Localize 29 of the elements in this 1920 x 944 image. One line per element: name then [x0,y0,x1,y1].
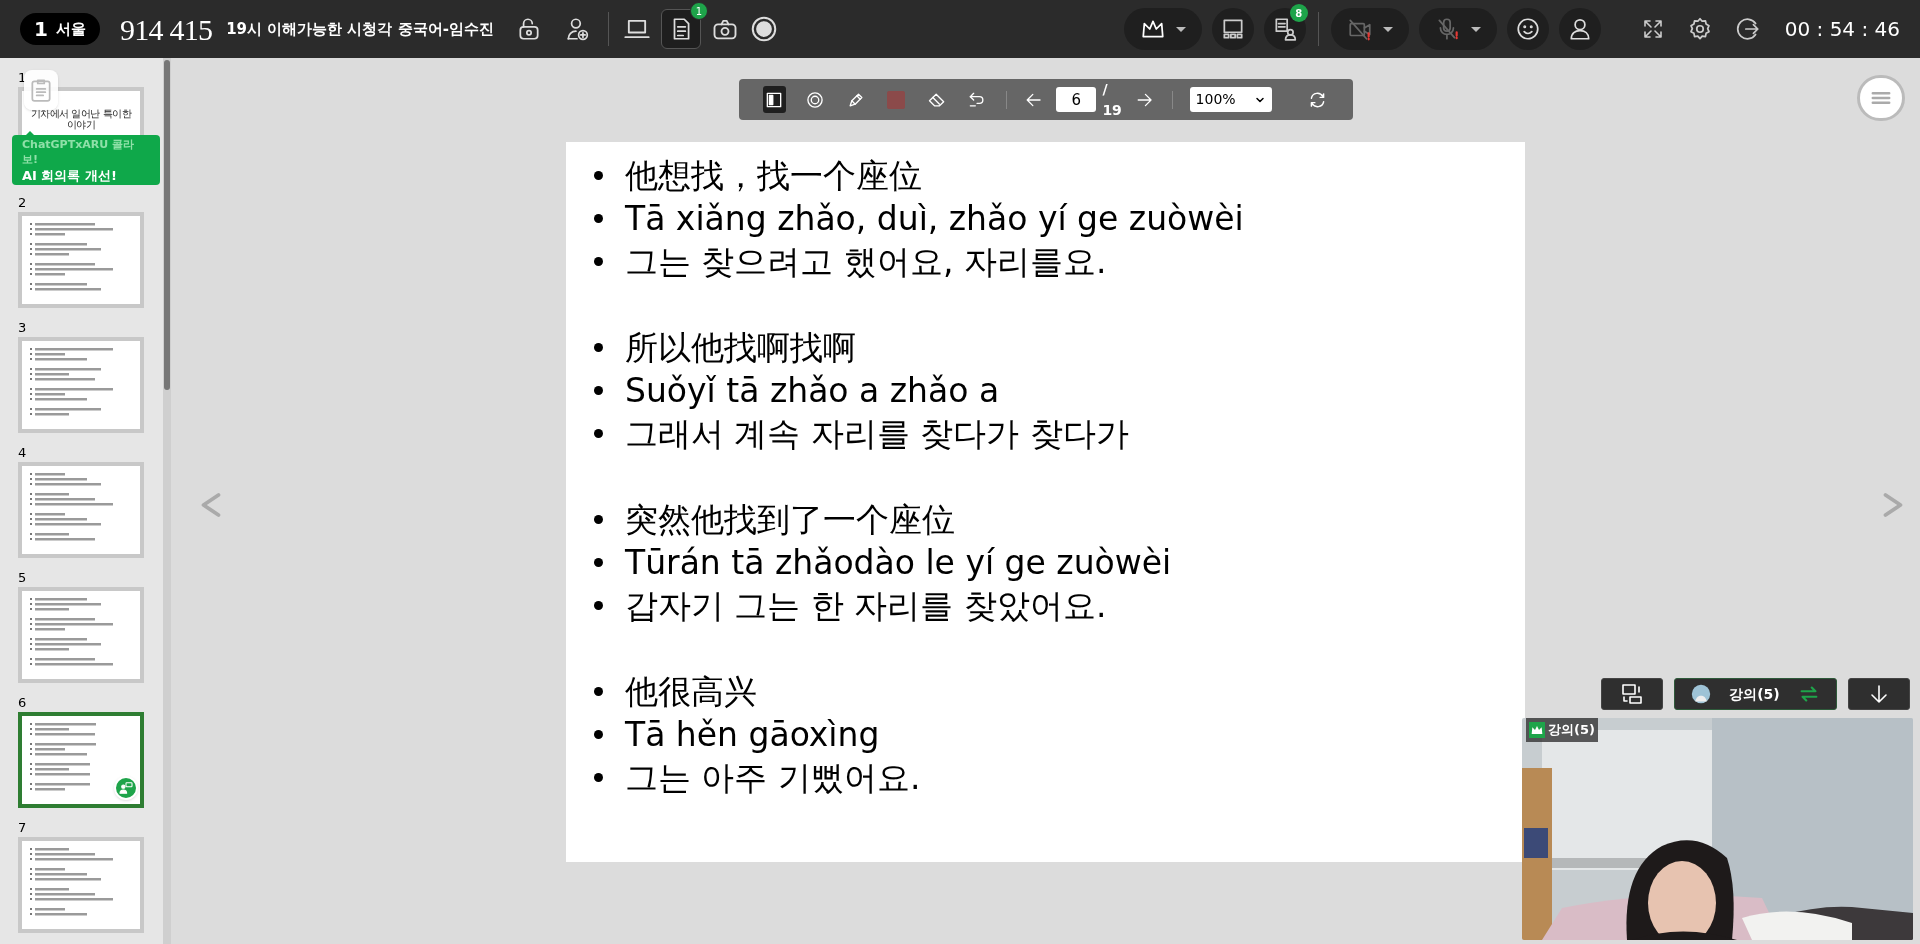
slide-title: 기차에서 일어난 특이한 이야기 [30,108,132,130]
page-total: / 19 [1102,79,1123,120]
slide-number: 2 [18,195,27,211]
slide-text: Tā hěn gāoxìng [625,713,880,756]
slide-text: Tā xiǎng zhǎo, duì, zhǎo yí ge zuòwèi [625,197,1244,240]
slide-text: 他很高兴 [625,670,757,713]
slide-text: 所以他找啊找啊 [625,326,856,369]
room-number: 1 [34,16,48,43]
meeting-timer: 00 : 54 : 46 [1784,16,1900,43]
slide-text: 갑자기 그는 한 자리를 찾았어요. [625,584,1107,627]
slide-number: 1 [18,70,27,86]
slide-number: 5 [18,570,27,586]
slide-text: 突然他找到了一个座位 [625,498,955,541]
slide-text: Tūrán tā zhǎodào le yí ge zuòwèi [625,541,1172,584]
slide-number: 3 [18,320,27,336]
room-name: 서울 [55,18,86,40]
slide-text: 그래서 계속 자리를 찾다가 찾다가 [625,412,1129,455]
meeting-title: 19시 이해가능한 시청각 중국어-임수진 [226,18,494,40]
notification-badge: 8 [1289,4,1308,22]
slide-text: 그는 찾으려고 했어요, 자리를요. [625,240,1107,283]
slide-text: 他想找，找一个座位 [625,154,922,197]
slide-text: Suǒyǐ tā zhǎo a zhǎo a [625,369,1000,412]
notification-badge: 1 [689,2,708,20]
slide-text: 그는 아주 기뻤어요. [625,756,921,799]
slide-number: 7 [18,820,27,836]
meeting-id: 914 415 [119,11,213,48]
slide-number: 4 [18,445,27,461]
slide-number: 6 [18,695,27,711]
video-label: 강의(5) [1526,718,1598,742]
